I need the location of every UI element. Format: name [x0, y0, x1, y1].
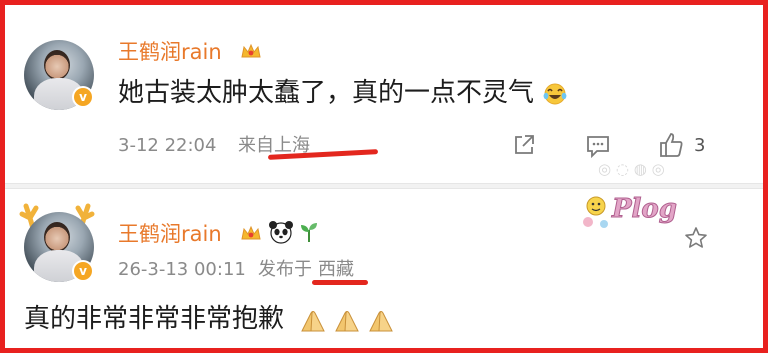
panda-icon [269, 221, 293, 244]
share-icon [515, 135, 534, 154]
folded-hands-icon [301, 310, 326, 331]
thumbs-up-icon [660, 133, 683, 157]
user-name[interactable]: 王鹤润rain [118, 38, 222, 66]
comment-time: 26-3-13 00:11 [118, 259, 246, 280]
crown-icon [241, 43, 261, 58]
comment-location: 西藏 [318, 259, 354, 280]
verified-badge-icon: v [72, 86, 94, 108]
star-icon [685, 227, 707, 248]
comment-text: 她古装太肿太蠢了，真的一点不灵气 [118, 76, 568, 110]
comment-text: 真的非常非常非常抱歉 [24, 302, 396, 336]
comment-time: 3-12 22:04 [118, 135, 217, 156]
plog-sticker-text: Plog [612, 194, 678, 225]
comment-text-content: 她古装太肿太蠢了，真的一点不灵气 [118, 78, 535, 108]
like-button[interactable] [656, 130, 686, 160]
crown-icon [241, 225, 261, 240]
comment-icon [587, 136, 609, 159]
emoji-group [298, 307, 396, 333]
sprout-icon [301, 223, 317, 242]
favorite-button[interactable] [682, 224, 710, 252]
user-name[interactable]: 王鹤润rain [118, 220, 222, 248]
laughing-face-icon [543, 83, 567, 104]
like-count: 3 [694, 135, 706, 156]
share-button[interactable] [510, 131, 538, 159]
comment-text-content: 真的非常非常非常抱歉 [24, 304, 285, 334]
folded-hands-icon [335, 310, 360, 331]
comment-location-prefix: 发布于 [258, 259, 312, 280]
folded-hands-icon [369, 310, 394, 331]
comment-button[interactable] [583, 131, 613, 161]
red-underline-mark [312, 280, 368, 285]
verified-badge-icon: v [72, 260, 94, 282]
watermark: ◎ ◌ ◍ ◎ [598, 160, 665, 178]
